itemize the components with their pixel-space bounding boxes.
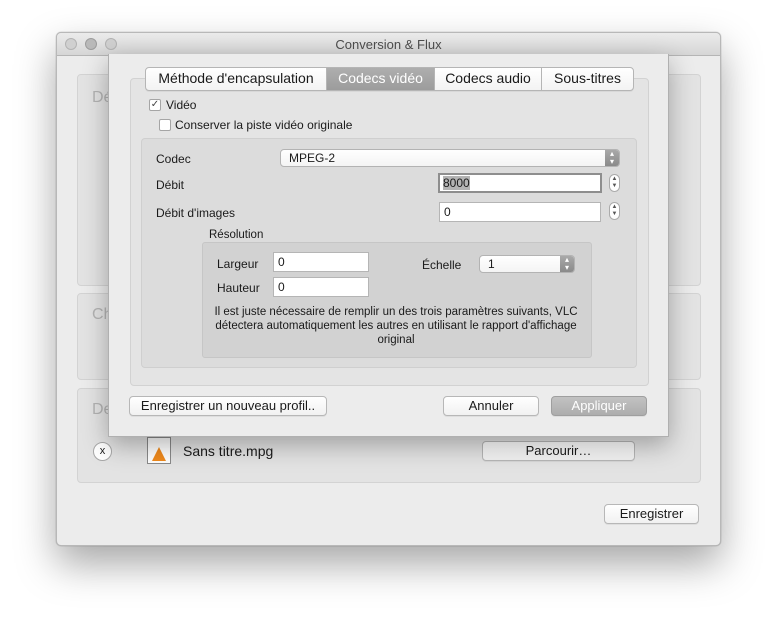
- tab-video-codecs[interactable]: Codecs vidéo: [326, 68, 434, 90]
- save-new-profile-button[interactable]: Enregistrer un nouveau profil..: [129, 396, 327, 416]
- popup-arrows-icon: ▴ ▾: [560, 256, 574, 272]
- scale-value: 1: [488, 257, 495, 271]
- stepper-icon: ▲ ▼: [611, 176, 618, 189]
- width-label: Largeur: [217, 257, 259, 271]
- bitrate-value: 8000: [443, 176, 470, 190]
- vlc-file-icon: [147, 437, 171, 464]
- bitrate-label: Débit: [156, 178, 185, 192]
- file-name: Sans titre.mpg: [183, 443, 274, 459]
- checkmark-icon: ✓: [150, 99, 160, 110]
- width-value: 0: [278, 255, 285, 269]
- height-field[interactable]: 0: [273, 277, 369, 297]
- bitrate-stepper[interactable]: ▲ ▼: [609, 174, 620, 192]
- codec-select[interactable]: MPEG-2 ▴ ▾: [280, 149, 620, 167]
- save-button[interactable]: Enregistrer: [604, 504, 699, 524]
- resolution-note: Il est juste nécessaire de remplir un de…: [214, 306, 578, 346]
- framerate-label: Débit d'images: [156, 206, 235, 220]
- tab-bar: Méthode d'encapsulation Codecs vidéo Cod…: [145, 67, 634, 91]
- stepper-icon: ▲ ▼: [611, 204, 618, 217]
- resolution-title: Résolution: [209, 229, 264, 241]
- bitrate-field[interactable]: 8000: [438, 173, 602, 193]
- framerate-stepper[interactable]: ▲ ▼: [609, 202, 620, 220]
- framerate-field[interactable]: 0: [439, 202, 601, 222]
- codec-value: MPEG-2: [289, 151, 336, 165]
- tab-subtitles[interactable]: Sous-titres: [541, 68, 633, 90]
- codec-settings-sheet: Méthode d'encapsulation Codecs vidéo Cod…: [108, 54, 669, 437]
- height-value: 0: [278, 280, 285, 294]
- remove-file-button[interactable]: x: [93, 442, 112, 461]
- scale-select[interactable]: 1 ▴ ▾: [479, 255, 575, 273]
- browse-button[interactable]: Parcourir…: [482, 441, 635, 461]
- video-checkbox[interactable]: ✓: [149, 99, 161, 111]
- cancel-button[interactable]: Annuler: [443, 396, 539, 416]
- video-options-box: Codec MPEG-2 ▴ ▾ Débit 8000 ▲ ▼ Débit d'im…: [141, 138, 637, 368]
- tab-audio-codecs[interactable]: Codecs audio: [434, 68, 541, 90]
- width-field[interactable]: 0: [273, 252, 369, 272]
- scale-label: Échelle: [422, 258, 462, 272]
- resolution-box: Largeur 0 Échelle 1 ▴ ▾ Hauteur 0 Il est …: [202, 242, 592, 358]
- tab-encapsulation[interactable]: Méthode d'encapsulation: [146, 68, 326, 90]
- window-title: Conversion & Flux: [335, 37, 442, 52]
- video-checkbox-label: Vidéo: [166, 98, 197, 112]
- popup-arrows-icon: ▴ ▾: [605, 150, 619, 166]
- height-label: Hauteur: [217, 281, 260, 295]
- keep-original-track-checkbox[interactable]: [159, 119, 171, 131]
- codec-label: Codec: [156, 152, 191, 166]
- keep-original-track-label: Conserver la piste vidéo originale: [175, 118, 353, 132]
- title-bar: Conversion & Flux: [57, 33, 720, 56]
- apply-button[interactable]: Appliquer: [551, 396, 647, 416]
- framerate-value: 0: [444, 205, 451, 219]
